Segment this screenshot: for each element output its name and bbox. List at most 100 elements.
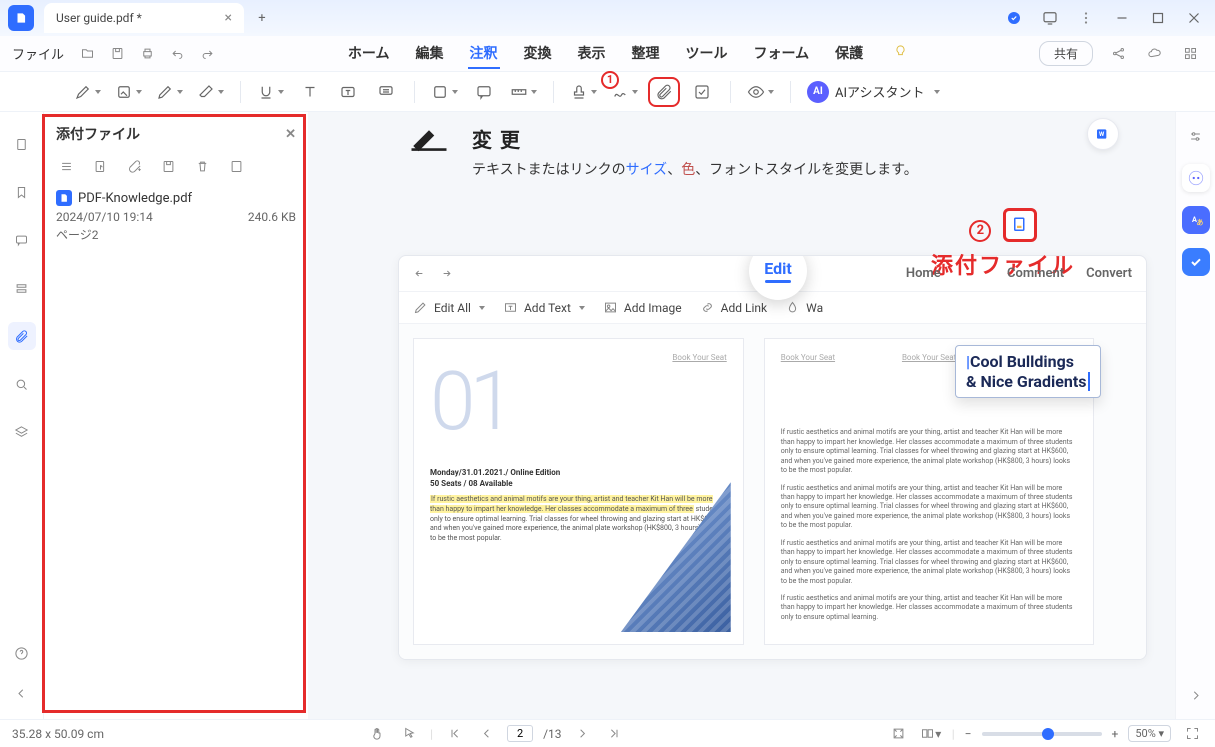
mock-page-1: Book Your Seat 01 Monday/31.01.2021./ On…: [413, 338, 744, 645]
menu-view[interactable]: 表示: [576, 39, 608, 69]
area-highlight-icon[interactable]: [111, 77, 146, 107]
change-text: テキストまたはリンクのサイズ、色、フォントスタイルを変更します。: [472, 159, 918, 181]
mock-undo-icon: [413, 266, 428, 281]
main-area: 添付ファイル ✕ PDF-Knowledge.pdf 2024/07/10 19…: [0, 112, 1215, 719]
app-logo: [8, 5, 34, 31]
ai-badge-icon: AI: [807, 81, 829, 103]
file-date: 2024/07/10 19:14: [56, 210, 153, 224]
redo-icon[interactable]: [194, 41, 220, 67]
share-network-icon[interactable]: [1105, 41, 1131, 67]
task-icon[interactable]: [1182, 248, 1210, 276]
prev-page-icon[interactable]: [475, 723, 497, 745]
measure-icon[interactable]: [506, 77, 541, 107]
attachments-icon[interactable]: [8, 322, 36, 350]
minimize-button[interactable]: [1105, 4, 1139, 32]
help-icon[interactable]: [8, 639, 36, 667]
print-icon[interactable]: [134, 41, 160, 67]
lightbulb-icon[interactable]: [887, 39, 913, 65]
read-mode-icon[interactable]: ▾: [920, 723, 942, 745]
next-page-icon[interactable]: [572, 723, 594, 745]
callout-icon[interactable]: [370, 77, 402, 107]
document-tab[interactable]: User guide.pdf * ×: [44, 3, 244, 33]
search-icon[interactable]: [8, 370, 36, 398]
zoom-value[interactable]: 50% ▾: [1128, 725, 1171, 742]
underline-icon[interactable]: [253, 77, 288, 107]
ai-chat-icon[interactable]: [1182, 164, 1210, 192]
comments-icon[interactable]: [8, 226, 36, 254]
stamp-icon[interactable]: [566, 77, 601, 107]
close-window-button[interactable]: [1177, 4, 1211, 32]
mock-addlink: Add Link: [700, 300, 767, 315]
textbox-icon[interactable]: [332, 77, 364, 107]
shape-icon[interactable]: [427, 77, 462, 107]
delete-attachment-icon[interactable]: [192, 156, 212, 176]
attachment-annotation-icon[interactable]: [1003, 208, 1037, 242]
signature-icon[interactable]: 1: [607, 77, 642, 107]
menu-edit[interactable]: 編集: [414, 39, 446, 69]
menu-home[interactable]: ホーム: [346, 39, 392, 69]
menu-tools[interactable]: ツール: [684, 39, 730, 69]
panel-close-icon[interactable]: ✕: [285, 127, 296, 142]
mock-redo-icon: [438, 266, 453, 281]
collapse-icon[interactable]: [8, 679, 36, 707]
settings-slider-icon[interactable]: [1182, 122, 1210, 150]
save-attachment-icon[interactable]: [158, 156, 178, 176]
fit-page-icon[interactable]: [888, 723, 910, 745]
layers-icon[interactable]: [8, 418, 36, 446]
zoom-slider[interactable]: [982, 732, 1102, 736]
info-attachment-icon[interactable]: [226, 156, 246, 176]
pencil-icon[interactable]: [152, 77, 187, 107]
page-total: /13: [543, 727, 561, 741]
menu-protect[interactable]: 保護: [833, 39, 865, 69]
open-icon[interactable]: [74, 41, 100, 67]
menu-form[interactable]: フォーム: [752, 39, 812, 69]
menu-comment[interactable]: 注釈: [468, 39, 500, 69]
document-canvas[interactable]: W 変更 テキストまたはリンクのサイズ、色、フォントスタイルを変更します。 2: [308, 112, 1175, 719]
attachment-icon[interactable]: [648, 77, 680, 107]
feedback-icon[interactable]: [1033, 4, 1067, 32]
select-tool-icon[interactable]: [398, 723, 420, 745]
save-icon[interactable]: [104, 41, 130, 67]
attachment-item[interactable]: PDF-Knowledge.pdf 2024/07/10 19:14 240.6…: [44, 180, 308, 249]
more-icon[interactable]: [1069, 4, 1103, 32]
add-attachment-icon[interactable]: [124, 156, 144, 176]
thumbnails-icon[interactable]: [8, 130, 36, 158]
grid-icon[interactable]: [1177, 41, 1203, 67]
new-tab-button[interactable]: +: [248, 4, 276, 32]
zoom-in-icon[interactable]: +: [1112, 727, 1119, 741]
checkbox-icon[interactable]: [686, 77, 718, 107]
fullscreen-icon[interactable]: [1181, 723, 1203, 745]
hand-tool-icon[interactable]: [366, 723, 388, 745]
share-button[interactable]: 共有: [1039, 41, 1093, 66]
highlighter-icon[interactable]: [70, 77, 105, 107]
bookmarks-icon[interactable]: [8, 178, 36, 206]
mock-addtext: Add Text: [503, 300, 585, 315]
word-export-icon[interactable]: W: [1087, 118, 1119, 150]
ai-assistant-button[interactable]: AI AIアシスタント: [803, 77, 944, 107]
first-page-icon[interactable]: [443, 723, 465, 745]
undo-icon[interactable]: [164, 41, 190, 67]
fields-icon[interactable]: [8, 274, 36, 302]
eraser-icon[interactable]: [193, 77, 228, 107]
last-page-icon[interactable]: [604, 723, 626, 745]
zoom-out-icon[interactable]: −: [965, 727, 972, 741]
text-icon[interactable]: [294, 77, 326, 107]
svg-text:W: W: [1099, 131, 1105, 138]
menu-organize[interactable]: 整理: [630, 39, 662, 69]
brand-button[interactable]: [997, 4, 1031, 32]
file-size: 240.6 KB: [248, 210, 296, 224]
open-attachment-icon[interactable]: [90, 156, 110, 176]
file-menu[interactable]: ファイル: [12, 44, 64, 63]
close-tab-icon[interactable]: ×: [225, 10, 232, 26]
maximize-button[interactable]: [1141, 4, 1175, 32]
page-input[interactable]: [507, 725, 533, 742]
translate-icon[interactable]: Aあ: [1182, 206, 1210, 234]
cloud-icon[interactable]: [1141, 41, 1167, 67]
list-view-icon[interactable]: [56, 156, 76, 176]
mock-page-2: Book Your Seat Book Your Seat Book Your …: [764, 338, 1095, 645]
ai-label: AIアシスタント: [835, 82, 925, 101]
expand-right-icon[interactable]: [1182, 681, 1210, 709]
note-icon[interactable]: [468, 77, 500, 107]
visibility-icon[interactable]: [743, 77, 778, 107]
menu-convert[interactable]: 変換: [522, 39, 554, 69]
